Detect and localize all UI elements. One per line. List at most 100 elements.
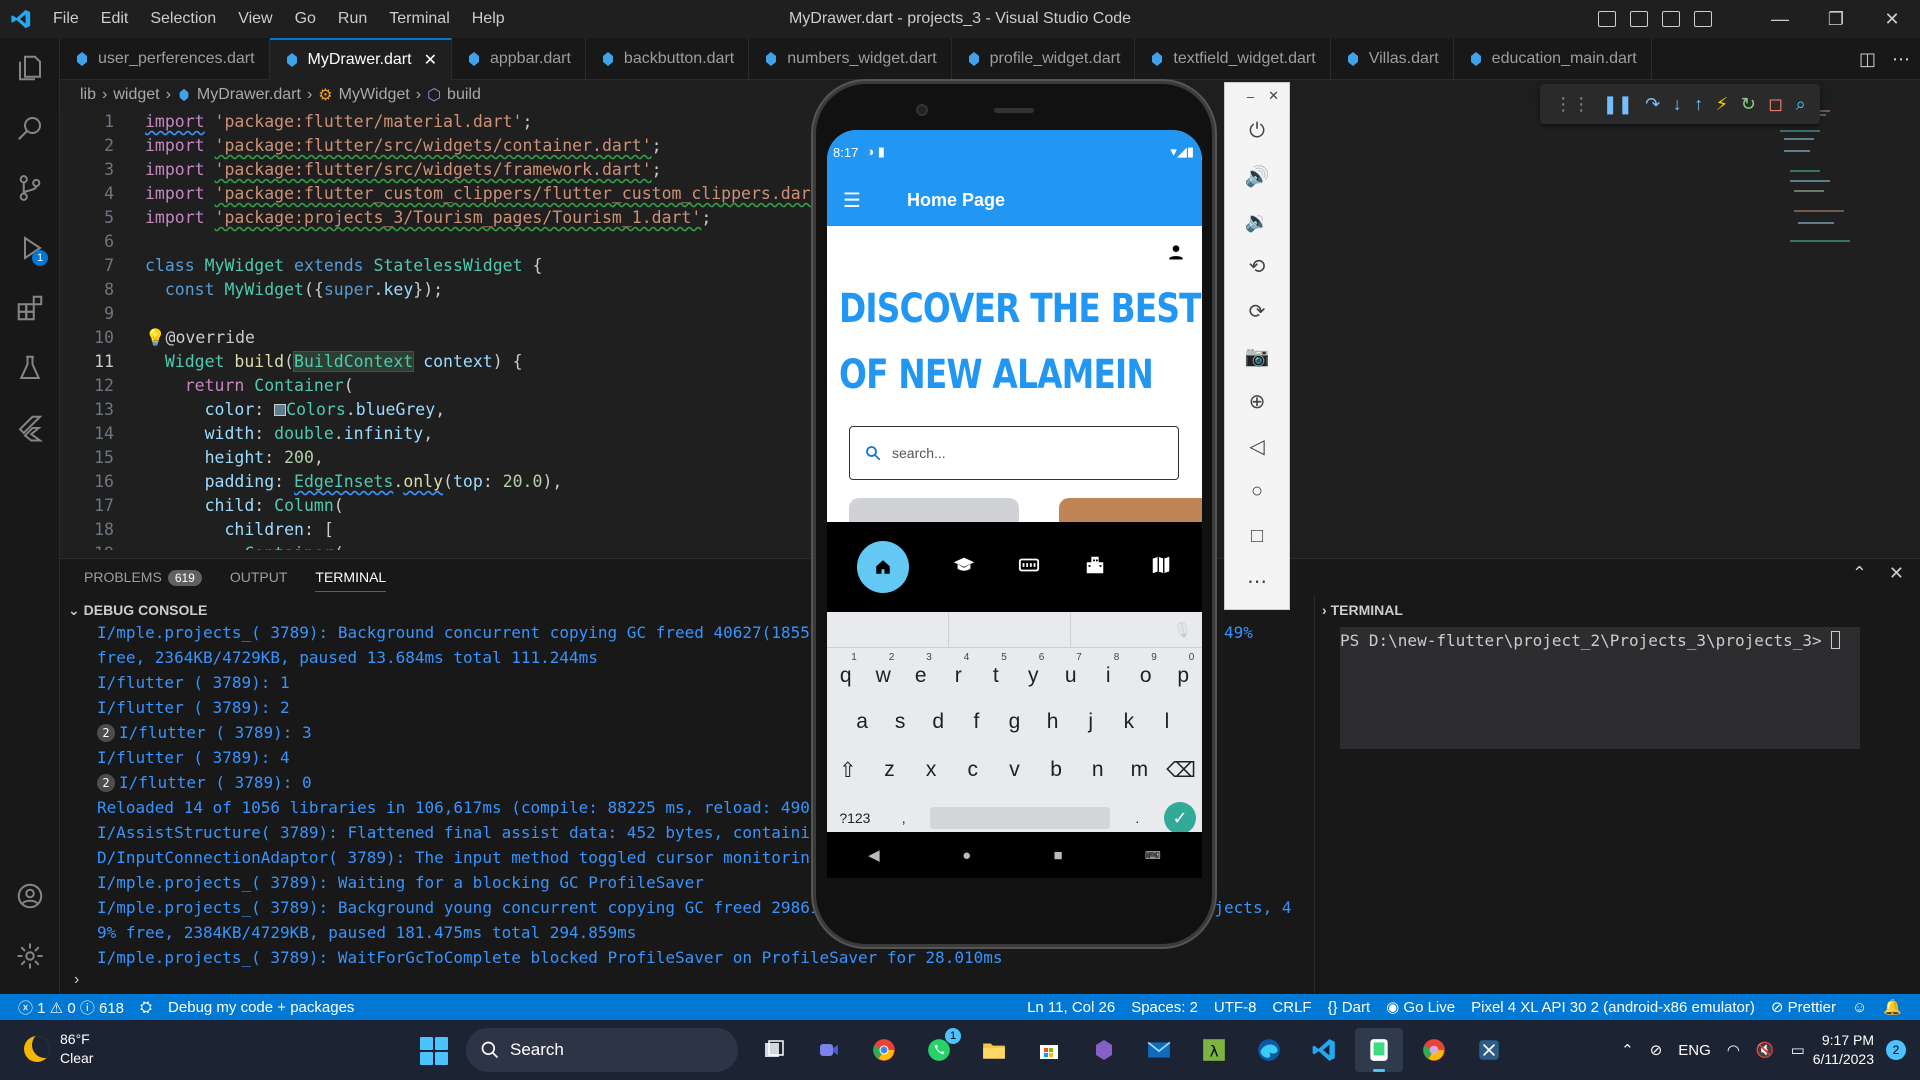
tab-terminal[interactable]: TERMINAL xyxy=(315,562,387,592)
weather-widget[interactable]: 86°F Clear xyxy=(24,1030,93,1068)
more-actions-icon[interactable]: ⋯ xyxy=(1892,49,1910,70)
tab-profile-widget[interactable]: profile_widget.dart xyxy=(952,38,1136,80)
overview-square-icon[interactable]: □ xyxy=(1225,514,1289,559)
menu-file[interactable]: File xyxy=(42,0,90,38)
maximize-button[interactable]: ❐ xyxy=(1808,0,1864,38)
power-icon[interactable]: ⏻ xyxy=(1225,109,1289,154)
notifications-bell-icon[interactable]: 🔔 xyxy=(1875,998,1910,1016)
rotate-right-icon[interactable]: ⟳ xyxy=(1225,289,1289,334)
notification-count-badge[interactable]: 2 xyxy=(1886,1040,1906,1060)
terminal-prompt-line[interactable]: PS D:\new-flutter\project_2\Projects_3\p… xyxy=(1340,631,1841,650)
pause-icon[interactable]: ❚❚ xyxy=(1603,94,1633,115)
vscode-taskbar-icon[interactable] xyxy=(1300,1028,1348,1072)
shift-key-icon[interactable]: ⇧ xyxy=(833,758,863,783)
enter-check-icon[interactable]: ✓ xyxy=(1164,802,1197,834)
menu-help[interactable]: Help xyxy=(461,0,516,38)
customize-layout-icon[interactable] xyxy=(1694,11,1712,27)
taskbar-search[interactable]: Search xyxy=(466,1028,738,1072)
encoding[interactable]: UTF-8 xyxy=(1206,999,1265,1016)
tab-appbar[interactable]: appbar.dart xyxy=(452,38,586,80)
key-t[interactable]: 5t xyxy=(981,652,1011,688)
volume-muted-icon[interactable]: 🔇 xyxy=(1756,1041,1775,1059)
task-view-icon[interactable] xyxy=(750,1028,798,1072)
more-options-icon[interactable]: ⋯ xyxy=(1225,559,1289,604)
key-m[interactable]: m xyxy=(1124,758,1154,783)
tab-output[interactable]: OUTPUT xyxy=(230,569,288,585)
volume-down-icon[interactable]: 🔉 xyxy=(1225,199,1289,244)
tab-backbutton[interactable]: backbutton.dart xyxy=(586,38,750,80)
rotate-left-icon[interactable]: ⟲ xyxy=(1225,244,1289,289)
key-v[interactable]: v xyxy=(999,758,1029,783)
inspect-widget-icon[interactable]: ⌕ xyxy=(1796,94,1806,115)
key-e[interactable]: 3e xyxy=(906,652,936,688)
mail-icon[interactable] xyxy=(1135,1028,1183,1072)
whatsapp-icon[interactable]: 1 xyxy=(915,1028,963,1072)
person-icon[interactable] xyxy=(1166,242,1186,262)
debug-console-header[interactable]: ⌄ DEBUG CONSOLE xyxy=(68,599,207,621)
tab-mydrawer[interactable]: MyDrawer.dart ✕ xyxy=(269,38,452,80)
terminal-lambda-icon[interactable]: λ xyxy=(1190,1028,1238,1072)
nav-map-button[interactable] xyxy=(1150,554,1172,580)
step-out-icon[interactable]: ↑ xyxy=(1694,94,1703,115)
file-explorer-icon[interactable] xyxy=(970,1028,1018,1072)
tab-user-perferences[interactable]: user_perferences.dart xyxy=(60,38,270,80)
minimize-button[interactable]: — xyxy=(1752,0,1808,38)
key-z[interactable]: z xyxy=(874,758,904,783)
key-period[interactable]: . xyxy=(1122,810,1152,826)
visual-studio-icon[interactable] xyxy=(1080,1028,1128,1072)
key-h[interactable]: h xyxy=(1038,710,1068,734)
toggle-panel-icon[interactable] xyxy=(1630,11,1648,27)
snipping-tool-icon[interactable] xyxy=(1465,1028,1513,1072)
key-symbols[interactable]: ?123 xyxy=(833,810,877,826)
menu-go[interactable]: Go xyxy=(284,0,327,38)
chrome-profile-icon[interactable] xyxy=(1410,1028,1458,1072)
key-k[interactable]: k xyxy=(1114,710,1144,734)
close-panel-icon[interactable]: ✕ xyxy=(1889,563,1904,584)
menu-view[interactable]: View xyxy=(227,0,283,38)
breadcrumb-class[interactable]: MyWidget xyxy=(339,86,410,104)
breadcrumb-method[interactable]: build xyxy=(447,86,481,104)
explorer-icon[interactable] xyxy=(0,38,60,98)
key-x[interactable]: x xyxy=(916,758,946,783)
tab-problems[interactable]: PROBLEMS 619 xyxy=(84,569,202,586)
close-tab-icon[interactable]: ✕ xyxy=(424,50,437,70)
tab-villas[interactable]: Villas.dart xyxy=(1331,38,1454,80)
breadcrumb-lib[interactable]: lib xyxy=(80,86,96,104)
nav-home-button[interactable] xyxy=(856,541,909,593)
keyboard-switch-icon[interactable]: ⌨ xyxy=(1145,849,1161,862)
extensions-icon[interactable] xyxy=(0,278,60,338)
prettier-status[interactable]: ⊘ Prettier xyxy=(1763,998,1844,1016)
language-indicator[interactable]: ENG xyxy=(1678,1042,1711,1059)
key-l[interactable]: l xyxy=(1152,710,1182,734)
drag-handle-icon[interactable]: ⋮⋮ xyxy=(1554,94,1590,115)
key-d[interactable]: d xyxy=(923,710,953,734)
run-debug-icon[interactable]: 1 xyxy=(0,218,60,278)
key-j[interactable]: j xyxy=(1076,710,1106,734)
key-w[interactable]: 2w xyxy=(868,652,898,688)
maximize-panel-icon[interactable]: ⌃ xyxy=(1852,563,1867,584)
step-over-icon[interactable]: ↷ xyxy=(1645,94,1660,115)
search-icon[interactable] xyxy=(0,98,60,158)
tab-textfield-widget[interactable]: textfield_widget.dart xyxy=(1135,38,1331,80)
key-b[interactable]: b xyxy=(1041,758,1071,783)
line-ending[interactable]: CRLF xyxy=(1264,999,1319,1016)
panel-divider[interactable] xyxy=(1314,595,1315,995)
breadcrumb-widget[interactable]: widget xyxy=(113,86,159,104)
debug-mode-status[interactable]: Debug my code + packages xyxy=(160,999,362,1016)
teams-icon[interactable] xyxy=(805,1028,853,1072)
key-n[interactable]: n xyxy=(1083,758,1113,783)
nav-buildings-button[interactable] xyxy=(1084,554,1106,580)
microsoft-store-icon[interactable] xyxy=(1025,1028,1073,1072)
key-r[interactable]: 4r xyxy=(943,652,973,688)
device-selector[interactable]: Pixel 4 XL API 30 2 (android-x86 emulato… xyxy=(1463,999,1763,1016)
mic-icon[interactable]: 🎙 xyxy=(1071,612,1202,647)
go-live[interactable]: ◉ Go Live xyxy=(1378,998,1463,1016)
key-g[interactable]: g xyxy=(999,710,1029,734)
manage-gear-icon[interactable] xyxy=(0,926,60,986)
split-editor-icon[interactable]: ◫ xyxy=(1859,49,1876,70)
step-into-icon[interactable]: ↓ xyxy=(1673,94,1682,115)
home-circle-icon[interactable]: ○ xyxy=(1225,469,1289,514)
stop-icon[interactable]: ◻ xyxy=(1768,94,1783,115)
nav-back-icon[interactable]: ◀ xyxy=(868,846,880,864)
zoom-icon[interactable]: ⊕ xyxy=(1225,379,1289,424)
